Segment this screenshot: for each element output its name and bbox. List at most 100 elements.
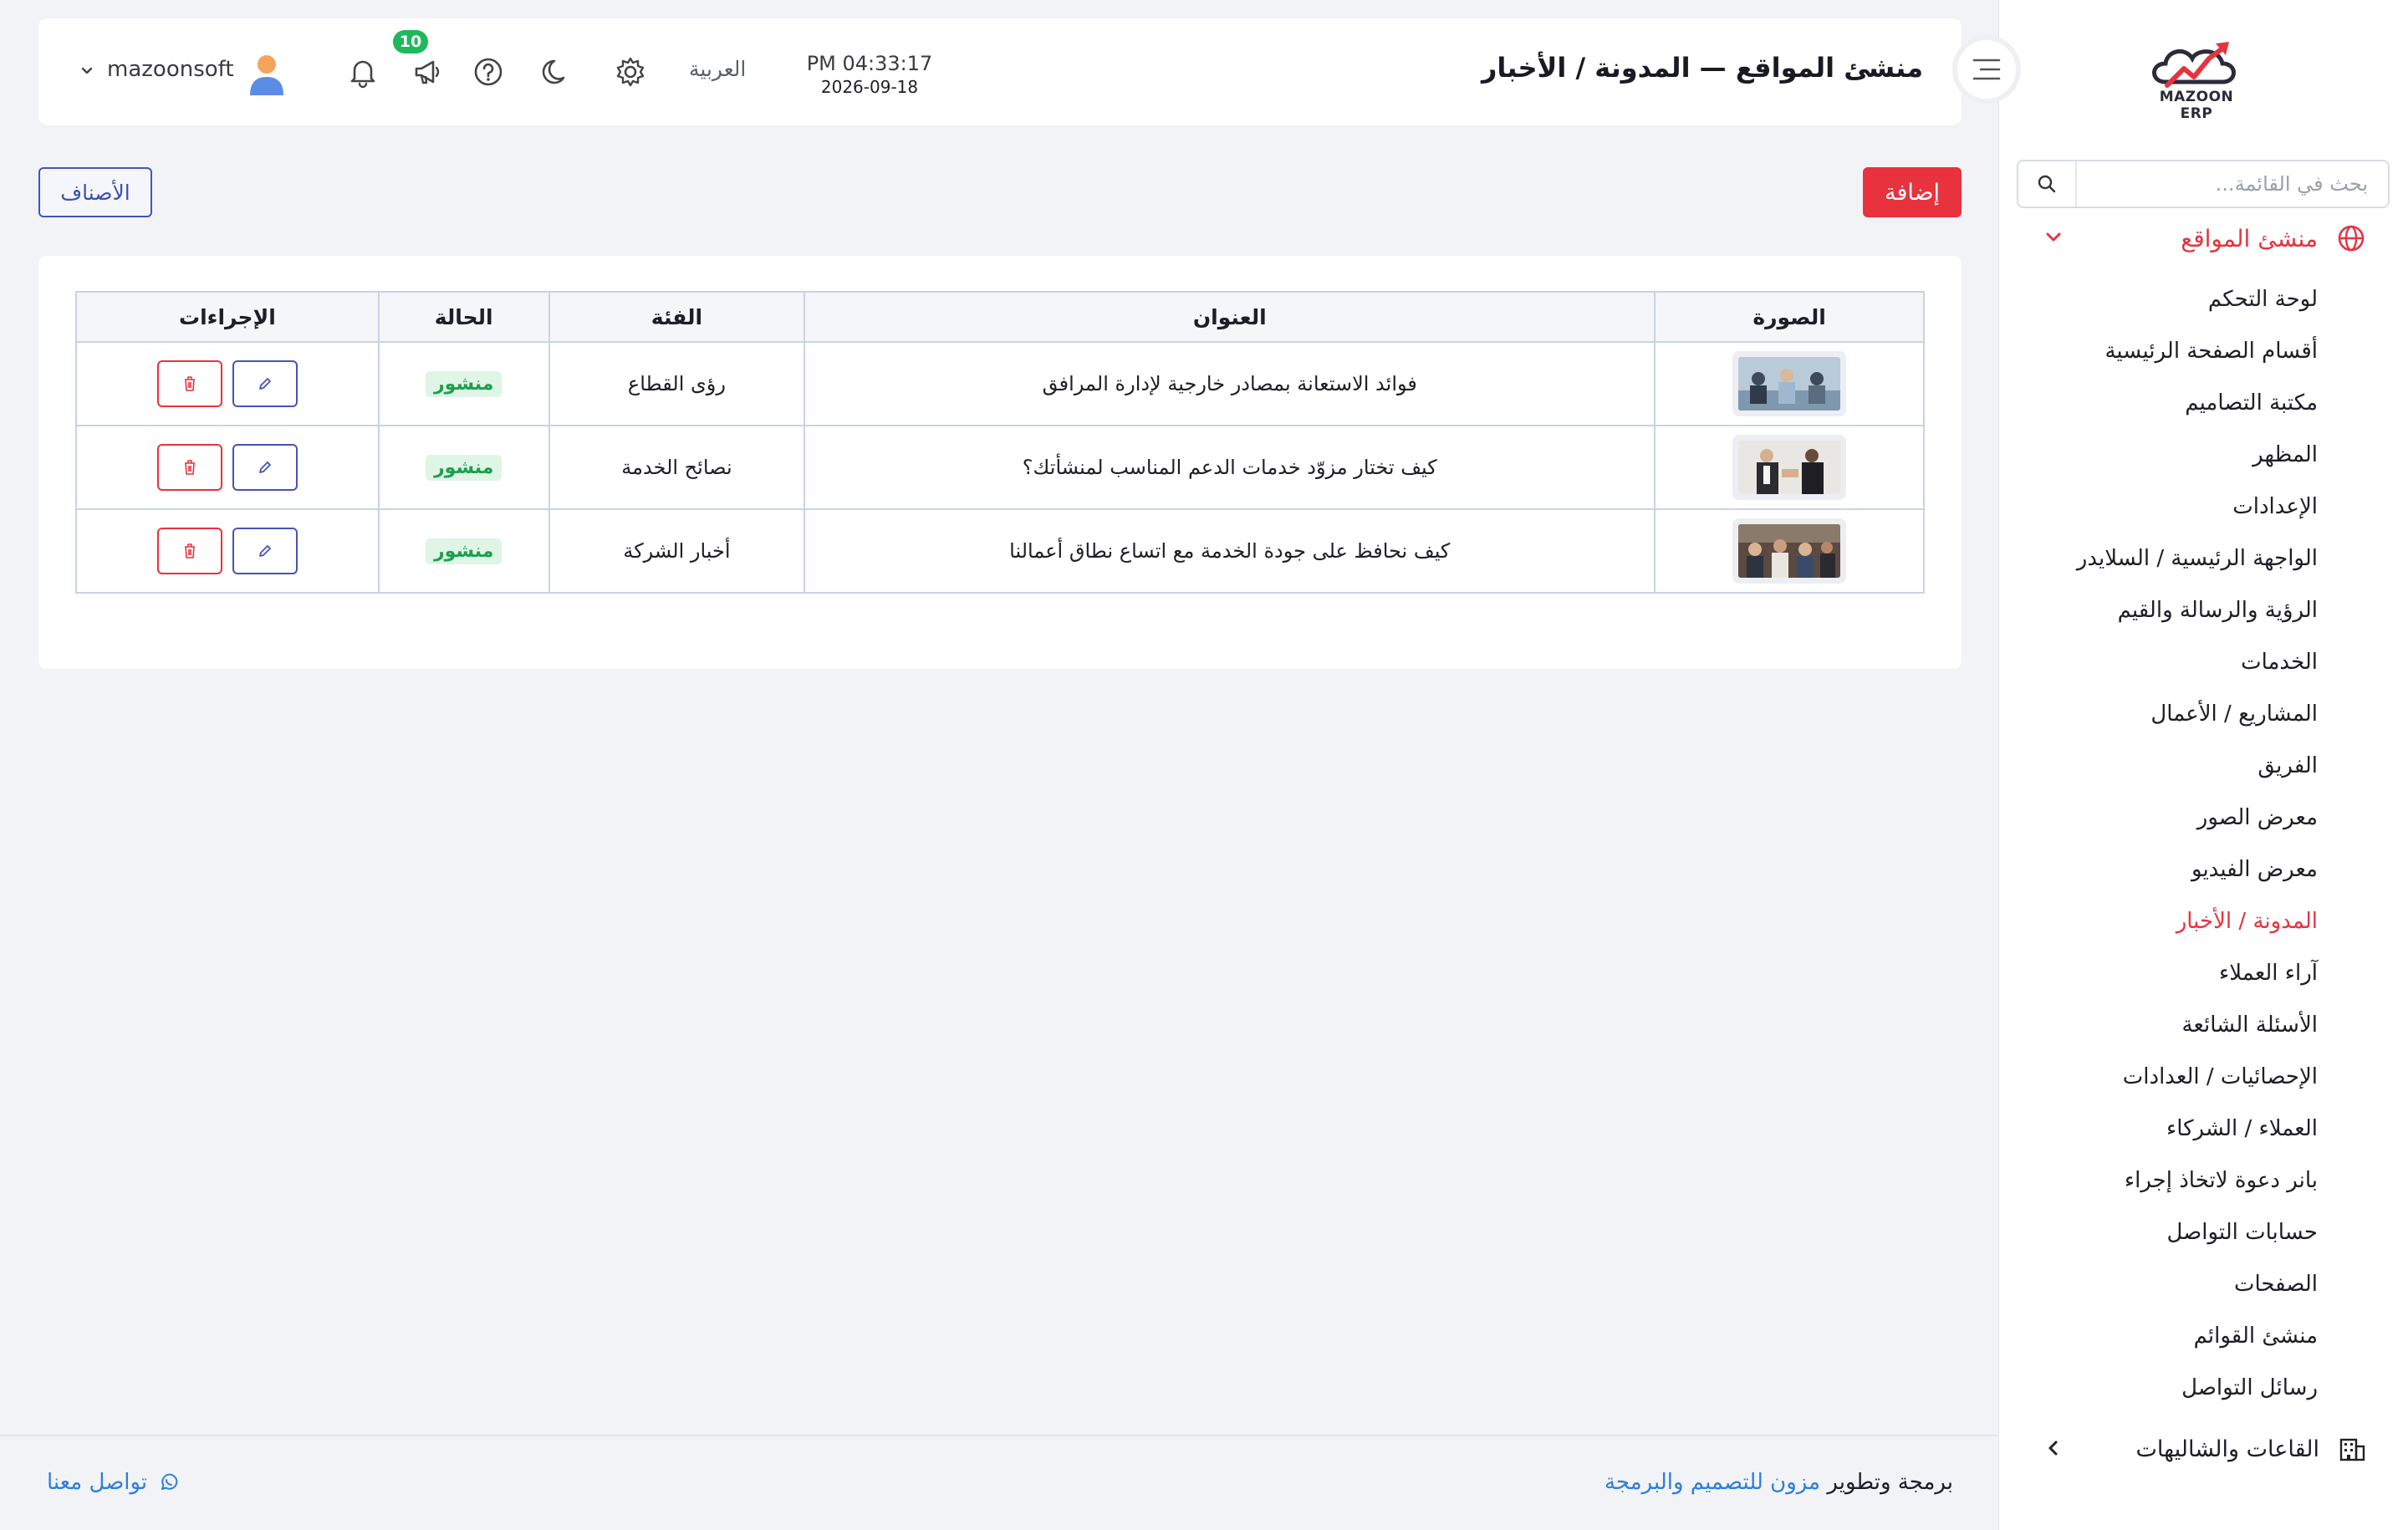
- sidebar-item-projects[interactable]: المشاريع / الأعمال: [2017, 696, 2318, 732]
- notification-count-badge: 10: [393, 30, 428, 54]
- sidebar-item-dashboard[interactable]: لوحة التحكم: [2017, 282, 2318, 317]
- cell-category: أخبار الشركة: [548, 508, 806, 594]
- sidebar-item-pages[interactable]: الصفحات: [2017, 1267, 2318, 1302]
- edit-button[interactable]: [232, 360, 298, 407]
- brand-name: MAZOON ERP: [2159, 89, 2234, 122]
- trash-icon: [185, 376, 196, 391]
- dark-mode-toggle[interactable]: [537, 52, 577, 92]
- pencil-icon: [258, 378, 271, 390]
- cell-actions: [75, 425, 380, 510]
- business-handshake-photo: [1738, 441, 1841, 494]
- menu-icon: [1972, 59, 2001, 80]
- sidebar-item-cta-banner[interactable]: بانر دعوة لاتخاذ إجراء: [2017, 1163, 2318, 1198]
- post-thumbnail[interactable]: [1732, 435, 1847, 500]
- post-thumbnail[interactable]: [1732, 518, 1847, 584]
- posts-card: الصورة العنوان الفئة الحالة الإجراءات فو…: [38, 256, 1962, 669]
- cell-status: منشور: [377, 508, 550, 594]
- cell-actions: [75, 341, 380, 426]
- help-button[interactable]: [468, 52, 508, 92]
- search-icon: [2038, 175, 2056, 193]
- delete-button[interactable]: [157, 360, 223, 407]
- sidebar-item-home-sections[interactable]: أقسام الصفحة الرئيسية: [2017, 334, 2318, 369]
- sidebar-item-hero-slider[interactable]: الواجهة الرئيسية / السلايدر: [2017, 541, 2318, 576]
- sidebar-search-input[interactable]: [2077, 161, 2388, 207]
- page-title: منشئ المواقع — المدونة / الأخبار: [1481, 52, 1923, 84]
- help-icon: [474, 58, 503, 86]
- sidebar-item-video-gallery[interactable]: معرض الفيديو: [2017, 852, 2318, 887]
- pencil-icon: [258, 545, 271, 557]
- bell-icon: [350, 60, 375, 89]
- sidebar-item-testimonials[interactable]: آراء العملاء: [2017, 956, 2318, 991]
- chevron-down-icon: [2046, 232, 2061, 242]
- column-header-actions: الإجراءات: [75, 291, 380, 343]
- sidebar-item-photo-gallery[interactable]: معرض الصور: [2017, 800, 2318, 835]
- notifications-button[interactable]: [343, 52, 383, 92]
- sidebar-item-team[interactable]: الفريق: [2017, 748, 2318, 783]
- credit-company-link[interactable]: مزون للتصميم والبرمجة: [1604, 1470, 1820, 1495]
- categories-button[interactable]: الأصناف: [38, 167, 152, 217]
- delete-button[interactable]: [157, 528, 223, 574]
- gear-icon: [616, 57, 645, 87]
- sidebar-group-site-builder[interactable]: منشئ المواقع: [2032, 219, 2366, 258]
- office-team-photo: [1738, 524, 1841, 578]
- search-button[interactable]: [2018, 161, 2077, 207]
- trash-icon: [185, 460, 196, 475]
- status-badge: منشور: [425, 454, 503, 481]
- sidebar-group2-label: القاعات والشاليهات: [2135, 1436, 2320, 1462]
- topbar: منشئ المواقع — المدونة / الأخبار PM 04:3…: [38, 18, 1962, 125]
- sidebar-group-halls-chalets[interactable]: القاعات والشاليهات: [2032, 1430, 2366, 1468]
- edit-button[interactable]: [232, 528, 298, 574]
- edit-button[interactable]: [232, 444, 298, 491]
- user-avatar-icon: [250, 55, 283, 95]
- moon-icon: [542, 59, 565, 84]
- cell-status: منشور: [377, 425, 550, 510]
- sidebar-item-statistics[interactable]: الإحصائيات / العدادات: [2017, 1059, 2318, 1094]
- sidebar-item-appearance[interactable]: المظهر: [2017, 437, 2318, 472]
- trash-icon: [185, 543, 196, 558]
- sidebar-item-clients-partners[interactable]: العملاء / الشركاء: [2017, 1111, 2318, 1146]
- building-icon: [2339, 1438, 2365, 1461]
- cell-title: فوائد الاستعانة بمصادر خارجية لإدارة الم…: [804, 341, 1656, 426]
- sidebar-group-label: منشئ المواقع: [2181, 224, 2318, 252]
- sidebar-item-blog-news[interactable]: المدونة / الأخبار: [2017, 904, 2318, 939]
- cell-actions: [75, 508, 380, 594]
- table-row: فوائد الاستعانة بمصادر خارجية لإدارة الم…: [75, 341, 1925, 426]
- language-switch[interactable]: العربية: [689, 57, 746, 81]
- add-post-button[interactable]: إضافة: [1863, 167, 1962, 217]
- sidebar-item-faq[interactable]: الأسئلة الشائعة: [2017, 1007, 2318, 1043]
- post-thumbnail[interactable]: [1732, 351, 1847, 416]
- table-row: كيف نحافظ على جودة الخدمة مع اتساع نطاق …: [75, 508, 1925, 594]
- column-header-status: الحالة: [377, 291, 550, 343]
- table-row: كيف تختار مزوّد خدمات الدعم المناسب لمنش…: [75, 425, 1925, 510]
- clock-time: PM 04:33:17: [806, 52, 933, 75]
- sidebar-search: [2017, 160, 2390, 208]
- status-badge: منشور: [425, 538, 503, 564]
- user-name[interactable]: mazoonsoft: [107, 57, 234, 82]
- delete-button[interactable]: [157, 444, 223, 491]
- sidebar: MAZOON ERP منشئ المواقع لوحة التحكم أقسا…: [1952, 0, 2408, 1530]
- sidebar-item-contact-messages[interactable]: رسائل التواصل: [2017, 1370, 2318, 1405]
- megaphone-icon: [415, 60, 440, 84]
- sidebar-toggle-button[interactable]: [1952, 35, 2021, 104]
- cell-title: كيف نحافظ على جودة الخدمة مع اتساع نطاق …: [804, 508, 1656, 594]
- sidebar-item-design-library[interactable]: مكتبة التصاميم: [2017, 385, 2318, 421]
- credit-prefix: برمجة وتطوير: [1827, 1470, 1953, 1495]
- sidebar-item-services[interactable]: الخدمات: [2017, 645, 2318, 680]
- column-header-image: الصورة: [1654, 291, 1925, 343]
- sidebar-item-vision-mission[interactable]: الرؤية والرسالة والقيم: [2017, 593, 2318, 628]
- cell-image: [1654, 508, 1925, 594]
- team-meeting-photo: [1738, 357, 1841, 411]
- footer-credit: برمجة وتطوير مزون للتصميم والبرمجة: [1604, 1470, 1953, 1495]
- brand-logo[interactable]: MAZOON ERP: [2142, 30, 2251, 122]
- sidebar-item-social-accounts[interactable]: حسابات التواصل: [2017, 1215, 2318, 1250]
- contact-us-link[interactable]: تواصل معنا: [47, 1470, 179, 1495]
- announcements-button[interactable]: [408, 52, 448, 92]
- chevron-down-icon[interactable]: [79, 62, 95, 79]
- status-badge: منشور: [425, 370, 503, 397]
- user-avatar[interactable]: [246, 52, 288, 97]
- sidebar-item-settings[interactable]: الإعدادات: [2017, 489, 2318, 524]
- cell-title: كيف تختار مزوّد خدمات الدعم المناسب لمنش…: [804, 425, 1656, 510]
- cell-image: [1654, 341, 1925, 426]
- sidebar-item-menu-builder[interactable]: منشئ القوائم: [2017, 1318, 2318, 1354]
- settings-button[interactable]: [610, 52, 650, 92]
